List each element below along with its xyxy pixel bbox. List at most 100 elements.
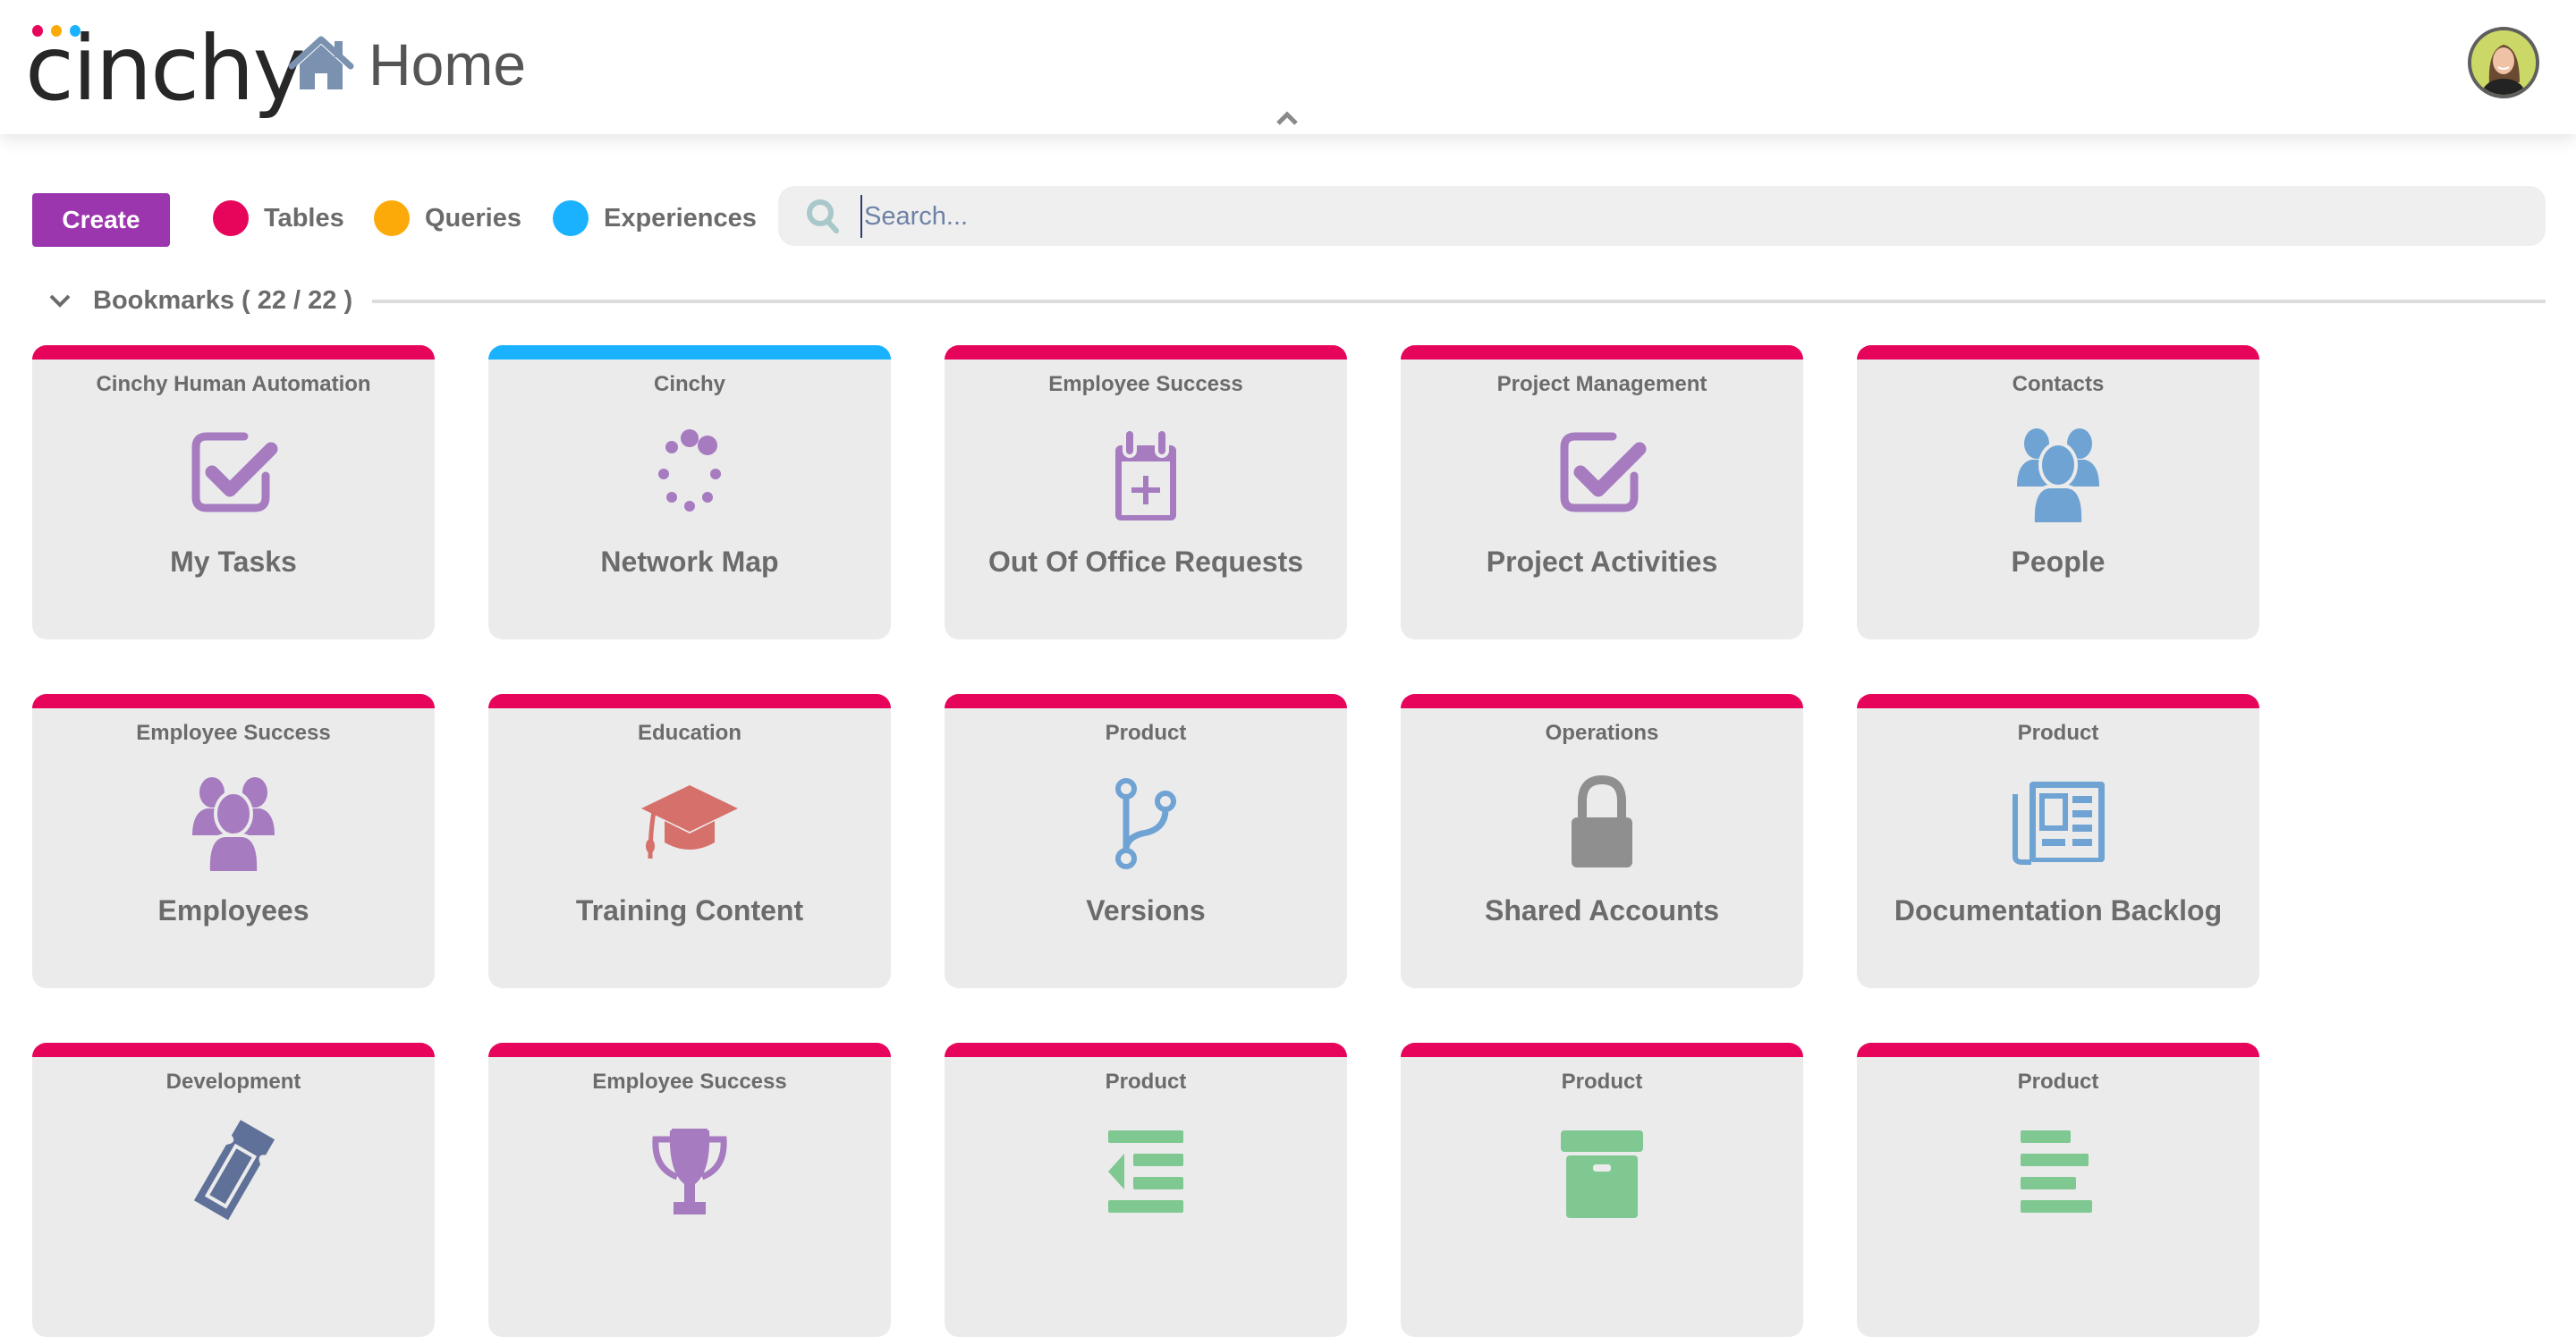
card-category: Education: [637, 721, 741, 745]
archive-icon: [1548, 1118, 1656, 1225]
bookmark-card[interactable]: Employee Success Out Of Office Requests: [945, 345, 1347, 639]
filter-queries-label: Queries: [425, 203, 521, 233]
bookmark-card[interactable]: Employee Success: [488, 1043, 891, 1337]
card-category: Product: [1105, 721, 1187, 745]
outdent-icon-svg: [1108, 1130, 1183, 1213]
checkbox-icon-svg: [1560, 432, 1647, 512]
card-type-band: [1401, 694, 1803, 708]
filter-experiences[interactable]: Experiences: [553, 200, 757, 236]
avatar-image: [2471, 30, 2536, 95]
calendar-plus-icon: [1092, 420, 1199, 528]
search-icon: [807, 199, 839, 233]
bookmark-card[interactable]: Operations Shared Accounts: [1401, 694, 1803, 988]
outdent-icon: [1092, 1118, 1199, 1225]
card-type-band: [488, 1043, 891, 1057]
bookmark-card[interactable]: Product: [1401, 1043, 1803, 1337]
card-type-band: [1857, 1043, 2259, 1057]
filter-tables-label: Tables: [264, 203, 344, 233]
users-icon-svg: [2017, 428, 2099, 526]
card-category: Operations: [1545, 721, 1659, 745]
bookmark-card[interactable]: Education Training Content: [488, 694, 891, 988]
users-icon: [180, 769, 287, 876]
tables-dot-icon: [213, 200, 249, 236]
checkbox-icon: [180, 420, 287, 528]
bookmark-card[interactable]: Employee Success Employees: [32, 694, 435, 988]
card-type-band: [945, 694, 1347, 708]
bookmarks-title[interactable]: Bookmarks ( 22 / 22 ): [93, 286, 352, 316]
ticket-icon-svg: [193, 1120, 275, 1221]
logo-text: cinchy: [25, 16, 306, 121]
card-type-band: [32, 1043, 435, 1057]
create-button[interactable]: Create: [32, 193, 170, 247]
card-title: My Tasks: [170, 546, 297, 578]
filter-experiences-label: Experiences: [604, 203, 757, 233]
lock-icon-svg: [1572, 774, 1632, 867]
card-title: Project Activities: [1486, 546, 1718, 578]
align-left-icon: [2004, 1118, 2112, 1225]
queries-dot-icon: [374, 200, 410, 236]
card-category: Cinchy: [653, 372, 725, 396]
search-bar: [778, 186, 2546, 246]
card-title: Shared Accounts: [1485, 894, 1719, 927]
search-input[interactable]: [860, 195, 2515, 238]
card-type-band: [945, 345, 1347, 360]
graduation-cap-icon-svg: [641, 785, 738, 859]
bookmark-card[interactable]: Cinchy Human Automation My Tasks: [32, 345, 435, 639]
bookmark-card[interactable]: Cinchy Network Map: [488, 345, 891, 639]
bookmarks-grid: Cinchy Human Automation My Tasks Cinchy …: [32, 345, 2259, 1337]
card-type-band: [945, 1043, 1347, 1057]
experiences-dot-icon: [553, 200, 589, 236]
card-type-band: [1857, 345, 2259, 360]
bookmark-card[interactable]: Development: [32, 1043, 435, 1337]
bookmark-card[interactable]: Project Management Project Activities: [1401, 345, 1803, 639]
bookmark-card[interactable]: Product: [945, 1043, 1347, 1337]
card-category: Cinchy Human Automation: [96, 372, 371, 396]
chevron-down-icon[interactable]: [48, 292, 72, 309]
collapse-header-chevron-up-icon[interactable]: [1275, 109, 1299, 127]
card-title: Documentation Backlog: [1894, 894, 2223, 927]
spinner-icon: [636, 420, 743, 528]
checkbox-icon: [1548, 420, 1656, 528]
filter-queries[interactable]: Queries: [374, 200, 521, 236]
archive-icon-svg: [1561, 1130, 1643, 1218]
card-category: Employee Success: [1048, 372, 1243, 396]
lock-icon: [1548, 769, 1656, 876]
bookmark-card[interactable]: Contacts People: [1857, 345, 2259, 639]
checkbox-icon-svg: [191, 432, 278, 512]
card-title: People: [2011, 546, 2106, 578]
card-category: Product: [1561, 1070, 1643, 1094]
card-category: Product: [1105, 1070, 1187, 1094]
card-category: Employee Success: [592, 1070, 787, 1094]
users-icon-svg: [192, 777, 275, 875]
home-icon: [288, 36, 354, 89]
newspaper-icon-svg: [2012, 782, 2105, 865]
users-icon: [2004, 420, 2112, 528]
bookmarks-section-header: Bookmarks ( 22 / 22 ): [48, 283, 2546, 318]
filter-tables[interactable]: Tables: [213, 200, 344, 236]
bookmark-card[interactable]: Product Documentation Backlog: [1857, 694, 2259, 988]
align-left-icon-svg: [2021, 1130, 2092, 1213]
page-title: Home: [369, 31, 527, 97]
spinner-icon-svg: [658, 429, 721, 512]
bookmark-card[interactable]: Product: [1857, 1043, 2259, 1337]
card-title: Out Of Office Requests: [987, 546, 1304, 578]
card-title: Network Map: [600, 546, 779, 578]
newspaper-icon: [2004, 769, 2112, 876]
toolbar: Create Tables Queries Experiences: [0, 186, 2576, 249]
card-type-band: [32, 694, 435, 708]
card-type-band: [1857, 694, 2259, 708]
card-type-band: [1401, 345, 1803, 360]
card-type-band: [1401, 1043, 1803, 1057]
graduation-cap-icon: [636, 769, 743, 876]
ticket-icon: [180, 1118, 287, 1225]
bookmark-card[interactable]: Product Versions: [945, 694, 1347, 988]
trophy-icon: [636, 1118, 743, 1225]
card-title: Employees: [157, 894, 309, 927]
card-category: Development: [165, 1070, 301, 1094]
card-category: Product: [2017, 1070, 2099, 1094]
calendar-plus-icon-svg: [1115, 427, 1176, 520]
card-category: Employee Success: [136, 721, 331, 745]
card-category: Product: [2017, 721, 2099, 745]
section-divider: [372, 300, 2546, 303]
user-avatar[interactable]: [2468, 27, 2539, 98]
